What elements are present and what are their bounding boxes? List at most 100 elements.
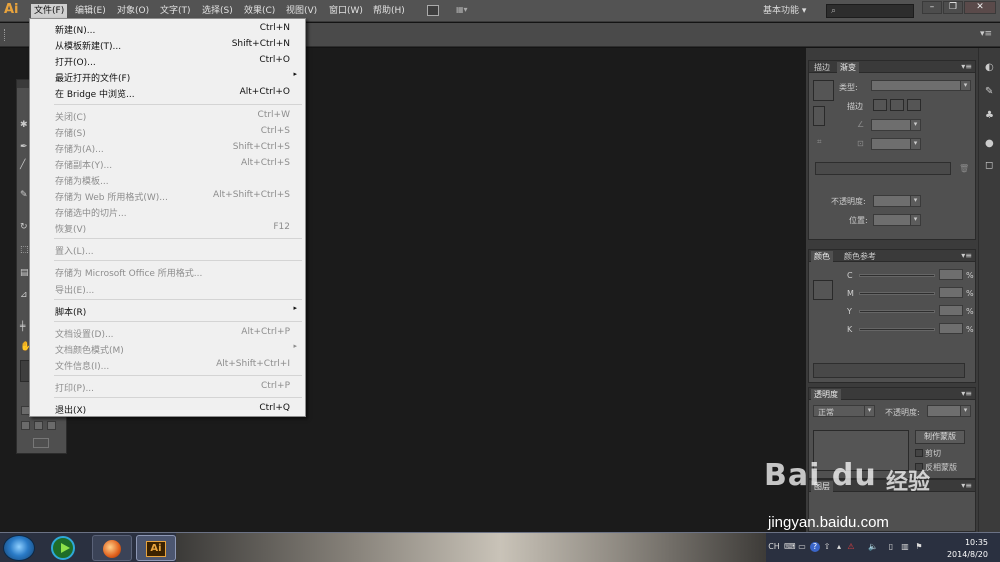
file-menu-item: 存储为模板... (31, 172, 304, 187)
file-menu-item: 存储(S) Ctrl+S (31, 124, 304, 139)
opacity-field[interactable]: ▾ (873, 195, 921, 207)
symbol-panel-icon[interactable]: ◐ (985, 62, 994, 73)
stroke-option-3[interactable] (907, 99, 921, 111)
file-menu-item[interactable]: 在 Bridge 中浏览... Alt+Ctrl+O (31, 85, 304, 100)
gradient-annotator-icon[interactable]: ⌗ (817, 137, 822, 147)
menu-view[interactable]: 视图(V) (283, 4, 320, 18)
tray-expand-icon[interactable]: ⇧ (822, 542, 832, 552)
color-value-c[interactable] (939, 269, 963, 280)
file-menu-item-label: 新建(N)... (55, 26, 96, 36)
color-value-k[interactable] (939, 323, 963, 334)
color-slider-m[interactable] (859, 292, 935, 295)
draw-mode-icon[interactable] (21, 421, 30, 430)
stroke-option-2[interactable] (890, 99, 904, 111)
menu-type[interactable]: 文字(T) (157, 4, 194, 18)
menu-object[interactable]: 对象(O) (114, 4, 152, 18)
draw-behind-icon[interactable] (34, 421, 43, 430)
color-spectrum-bar[interactable] (813, 363, 965, 378)
color-slider-k[interactable] (859, 328, 935, 331)
file-menu-item[interactable]: 最近打开的文件(F) ▸ (31, 69, 304, 84)
color-value-y[interactable] (939, 305, 963, 316)
stroke-option-1[interactable] (873, 99, 887, 111)
file-menu-item[interactable]: 新建(N)... Ctrl+N (31, 21, 304, 36)
make-mask-button[interactable]: 制作蒙版 (915, 430, 965, 444)
file-menu-item[interactable]: 脚本(R) ▸ (31, 303, 304, 318)
menu-help[interactable]: 帮助(H) (370, 4, 408, 18)
menu-effect[interactable]: 效果(C) (241, 4, 278, 18)
show-hidden-icons-icon[interactable]: ▴ (834, 542, 844, 552)
file-menu-item[interactable]: 从模板新建(T)... Shift+Ctrl+N (31, 37, 304, 52)
brushes-panel-icon[interactable]: ✎ (985, 86, 993, 97)
file-menu-item[interactable]: 退出(X) Ctrl+Q (31, 401, 304, 416)
delete-stop-icon[interactable]: 🗑 (959, 164, 969, 173)
reverse-gradient-icon[interactable] (813, 106, 825, 126)
keyboard-icon[interactable]: ⌨ (784, 542, 796, 552)
menu-window[interactable]: 窗口(W) (326, 4, 366, 18)
draw-inside-icon[interactable] (47, 421, 56, 430)
screen-mode-icon[interactable] (33, 438, 49, 448)
tab-gradient[interactable]: 渐变 (837, 62, 859, 73)
menu-edit[interactable]: 编辑(E) (72, 4, 109, 18)
power-icon[interactable]: ▯ (886, 542, 896, 552)
gradient-panel: 描边 渐变 ▾≡ 类型: ▾ 描边 ∠ ▾ ⊡ ▾ ⌗ 🗑 不透明度: ▾ 位置… (808, 60, 976, 240)
file-menu-item: 恢复(V) F12 (31, 220, 304, 235)
color-slider-c[interactable] (859, 274, 935, 277)
aspect-ratio-icon: ⊡ (857, 139, 864, 148)
panel-menu-icon[interactable]: ▾≡ (980, 29, 992, 39)
file-menu-item[interactable]: 打开(O)... Ctrl+O (31, 53, 304, 68)
chevron-down-icon: ▾ (960, 81, 970, 90)
search-input[interactable]: ⌕ (826, 4, 914, 18)
opacity-label: 不透明度: (831, 197, 866, 206)
minimize-button[interactable]: – (922, 1, 942, 14)
transparency-opacity-field[interactable]: ▾ (927, 405, 971, 417)
color-value-m[interactable] (939, 287, 963, 298)
symbols-panel-icon[interactable]: ♣ (985, 110, 994, 121)
graphic-styles-icon[interactable]: ◻ (985, 160, 993, 171)
taskbar-illustrator-button[interactable]: Ai (136, 535, 176, 561)
menu-file[interactable]: 文件(F) (31, 4, 68, 18)
bridge-icon[interactable] (427, 5, 439, 16)
ai-logo-icon: Ai (4, 2, 19, 17)
angle-field[interactable]: ▾ (871, 119, 921, 131)
panel-menu-icon[interactable]: ▾≡ (961, 388, 972, 400)
help-icon[interactable]: ? (810, 542, 820, 552)
file-menu-item-label: 关闭(C) (55, 112, 87, 123)
maximize-button[interactable]: ❐ (943, 1, 963, 14)
network-icon[interactable]: ▥ (900, 542, 910, 552)
gradient-type-dropdown[interactable]: ▾ (871, 80, 971, 91)
tab-color[interactable]: 颜色 (811, 251, 833, 262)
tab-color-guide[interactable]: 颜色参考 (841, 251, 879, 262)
color-slider-y[interactable] (859, 310, 935, 313)
close-button[interactable]: ✕ (964, 1, 996, 14)
grip-handle[interactable] (4, 29, 6, 41)
panel-menu-icon[interactable]: ▾≡ (961, 250, 972, 262)
tab-transparency[interactable]: 透明度 (811, 389, 841, 400)
flag-icon[interactable]: ⚑ (914, 542, 924, 552)
volume-icon[interactable]: 🔈 (868, 542, 878, 552)
workspace-switcher[interactable]: 基本功能 ▾ (763, 4, 806, 18)
ime-indicator[interactable]: CH (767, 542, 781, 552)
taskbar-clock[interactable]: 10:35 2014/8/20 (936, 537, 988, 561)
language-bar-icon[interactable]: ▭ (797, 542, 807, 552)
security-icon[interactable]: ⚠ (846, 542, 856, 552)
gradient-preview-swatch[interactable] (813, 80, 834, 101)
taskbar-browser-button[interactable] (92, 535, 132, 561)
file-menu-item: 置入(L)... (31, 242, 304, 257)
clip-checkbox[interactable] (915, 449, 923, 457)
blend-mode-dropdown[interactable]: 正常 ▾ (813, 405, 875, 417)
file-menu-item-label: 在 Bridge 中浏览... (55, 90, 135, 101)
appearance-panel-icon[interactable]: ● (985, 138, 994, 149)
file-menu-item-shortcut: Shift+Ctrl+S (232, 141, 290, 152)
aspect-ratio-field[interactable]: ▾ (871, 138, 921, 150)
start-button-icon[interactable] (3, 535, 35, 561)
color-channel-y-label: Y (847, 307, 852, 316)
location-field[interactable]: ▾ (873, 214, 921, 226)
media-player-icon[interactable] (51, 536, 75, 560)
fill-stroke-swatch[interactable] (813, 280, 833, 300)
menu-select[interactable]: 选择(S) (199, 4, 236, 18)
gradient-slider-bar[interactable] (815, 162, 951, 175)
tab-stroke[interactable]: 描边 (811, 62, 833, 73)
file-menu-item-label: 存储为 Web 所用格式(W)... (55, 193, 168, 203)
panel-menu-icon[interactable]: ▾≡ (961, 61, 972, 73)
arrange-documents-icon[interactable]: ▦▾ (456, 5, 474, 16)
